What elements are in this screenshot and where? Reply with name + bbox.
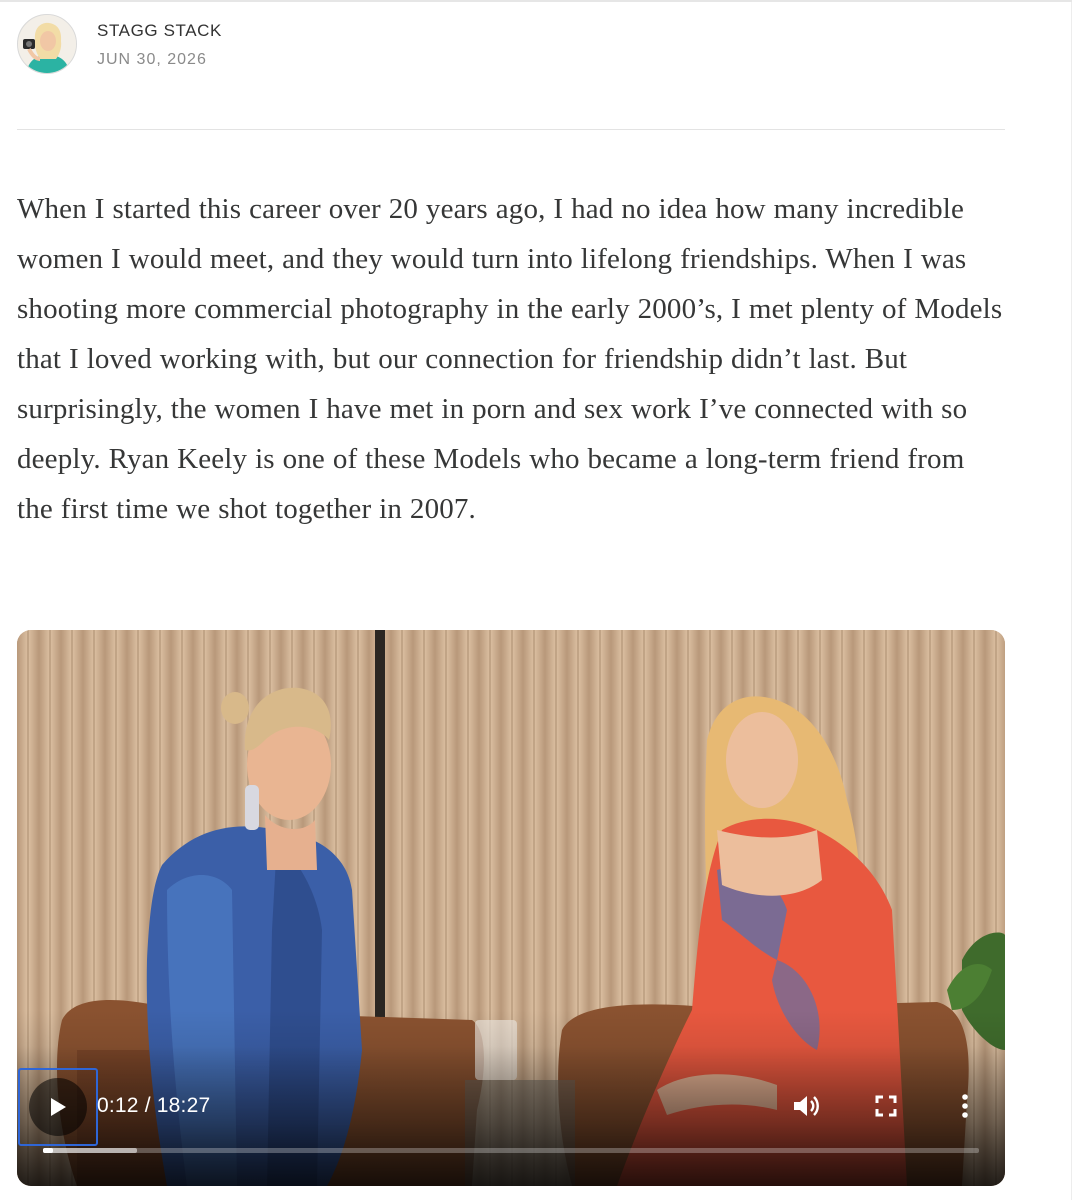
video-time: 0:12 / 18:27 xyxy=(97,1094,211,1117)
more-vertical-icon[interactable] xyxy=(949,1090,981,1122)
progress-buffered xyxy=(43,1148,137,1153)
volume-icon[interactable] xyxy=(790,1090,822,1122)
play-button[interactable] xyxy=(18,1068,98,1146)
fullscreen-icon[interactable] xyxy=(870,1090,902,1122)
post-page: STAGG STACK JUN 30, 2026 When I started … xyxy=(0,0,1072,1200)
byline: STAGG STACK JUN 30, 2026 xyxy=(17,14,222,74)
byline-text: STAGG STACK JUN 30, 2026 xyxy=(97,21,222,69)
post-date: JUN 30, 2026 xyxy=(97,51,207,68)
header-divider xyxy=(17,129,1005,130)
play-icon xyxy=(29,1078,87,1136)
author-name[interactable]: STAGG STACK xyxy=(97,21,222,41)
avatar-portrait xyxy=(18,15,76,73)
article-paragraph: When I started this career over 20 years… xyxy=(17,193,1003,525)
video-player[interactable]: 0:12 / 18:27 xyxy=(17,630,1005,1186)
author-avatar[interactable] xyxy=(17,14,77,74)
video-progress-bar[interactable] xyxy=(43,1148,979,1153)
progress-played xyxy=(43,1148,54,1153)
